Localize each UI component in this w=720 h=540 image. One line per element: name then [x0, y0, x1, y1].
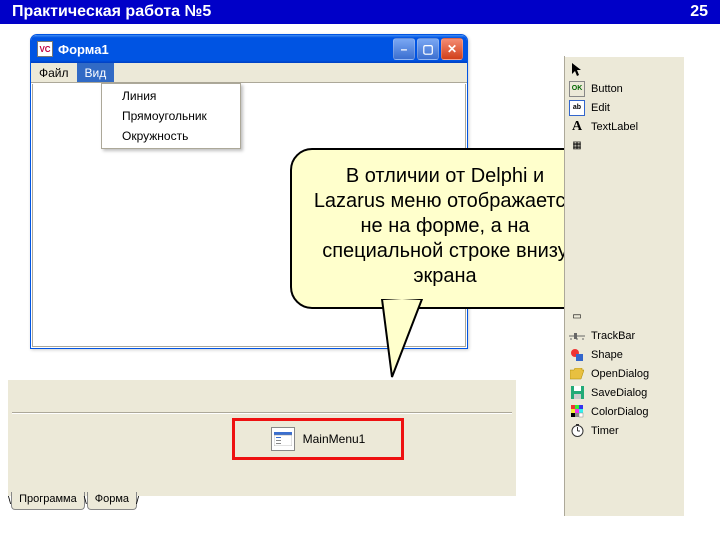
pal-cursor[interactable] — [565, 60, 684, 79]
generic-icon: ▭ — [569, 309, 585, 325]
savedialog-icon — [569, 385, 585, 401]
pal-label: SaveDialog — [591, 387, 647, 399]
pal-label: Edit — [591, 102, 610, 114]
app-icon: VC — [37, 41, 53, 57]
window-title: Форма1 — [58, 42, 109, 57]
pal-button[interactable]: OK Button — [565, 79, 684, 98]
pal-textlabel[interactable]: A TextLabel — [565, 117, 684, 136]
dd-circle[interactable]: Окружность — [104, 126, 238, 146]
edit-icon: ab — [569, 100, 585, 116]
component-label: MainMenu1 — [303, 432, 366, 446]
tab-program[interactable]: Программа — [11, 492, 85, 510]
opendialog-icon — [569, 366, 585, 382]
timer-icon — [569, 423, 585, 439]
callout-tail-icon — [372, 299, 432, 379]
textlabel-icon: A — [569, 119, 585, 135]
colordialog-icon — [569, 404, 585, 420]
pal-label: TextLabel — [591, 121, 638, 133]
pal-label: TrackBar — [591, 330, 635, 342]
designer-tabs: \ Программа \ Форма / — [8, 492, 139, 510]
pal-timer[interactable]: Timer — [565, 421, 684, 440]
button-icon: OK — [569, 81, 585, 97]
slide-title: Практическая работа №5 — [12, 3, 211, 21]
pal-hidden-10[interactable]: ▭ — [565, 307, 684, 326]
callout-bubble: В отличии от Delphi и Lazarus меню отобр… — [290, 148, 600, 309]
mainmenu-icon — [271, 427, 295, 451]
pal-hidden-1[interactable]: ▦ — [565, 136, 684, 155]
pal-label: ColorDialog — [591, 406, 648, 418]
mainmenu-component[interactable]: MainMenu1 — [232, 418, 404, 460]
trackbar-icon — [569, 328, 585, 344]
pal-shape[interactable]: Shape — [565, 345, 684, 364]
pal-edit[interactable]: ab Edit — [565, 98, 684, 117]
maximize-button[interactable]: ▢ — [417, 38, 439, 60]
pal-label: OpenDialog — [591, 368, 649, 380]
menubar: Файл Вид — [31, 63, 467, 83]
pal-opendialog[interactable]: OpenDialog — [565, 364, 684, 383]
slide-header: Практическая работа №5 25 — [0, 0, 720, 24]
component-palette: OK Button ab Edit A TextLabel ▦ ▭ TrackB… — [564, 56, 684, 516]
pal-colordialog[interactable]: ColorDialog — [565, 402, 684, 421]
pal-trackbar[interactable]: TrackBar — [565, 326, 684, 345]
view-dropdown: Линия Прямоугольник Окружность — [101, 83, 241, 149]
menu-file[interactable]: Файл — [31, 63, 77, 82]
dd-line[interactable]: Линия — [104, 86, 238, 106]
close-button[interactable]: ✕ — [441, 38, 463, 60]
pal-label: Button — [591, 83, 623, 95]
menu-view[interactable]: Вид — [77, 63, 115, 82]
tab-form[interactable]: Форма — [87, 492, 137, 510]
callout-text: В отличии от Delphi и Lazarus меню отобр… — [314, 165, 576, 287]
dd-rect[interactable]: Прямоугольник — [104, 106, 238, 126]
minimize-button[interactable]: – — [393, 38, 415, 60]
pal-savedialog[interactable]: SaveDialog — [565, 383, 684, 402]
pal-label: Timer — [591, 425, 619, 437]
separator — [12, 412, 512, 413]
titlebar[interactable]: VC Форма1 – ▢ ✕ — [31, 35, 467, 63]
cursor-icon — [569, 62, 585, 78]
slide-page: 25 — [690, 3, 708, 21]
generic-icon: ▦ — [569, 138, 585, 154]
shape-icon — [569, 347, 585, 363]
pal-label: Shape — [591, 349, 623, 361]
